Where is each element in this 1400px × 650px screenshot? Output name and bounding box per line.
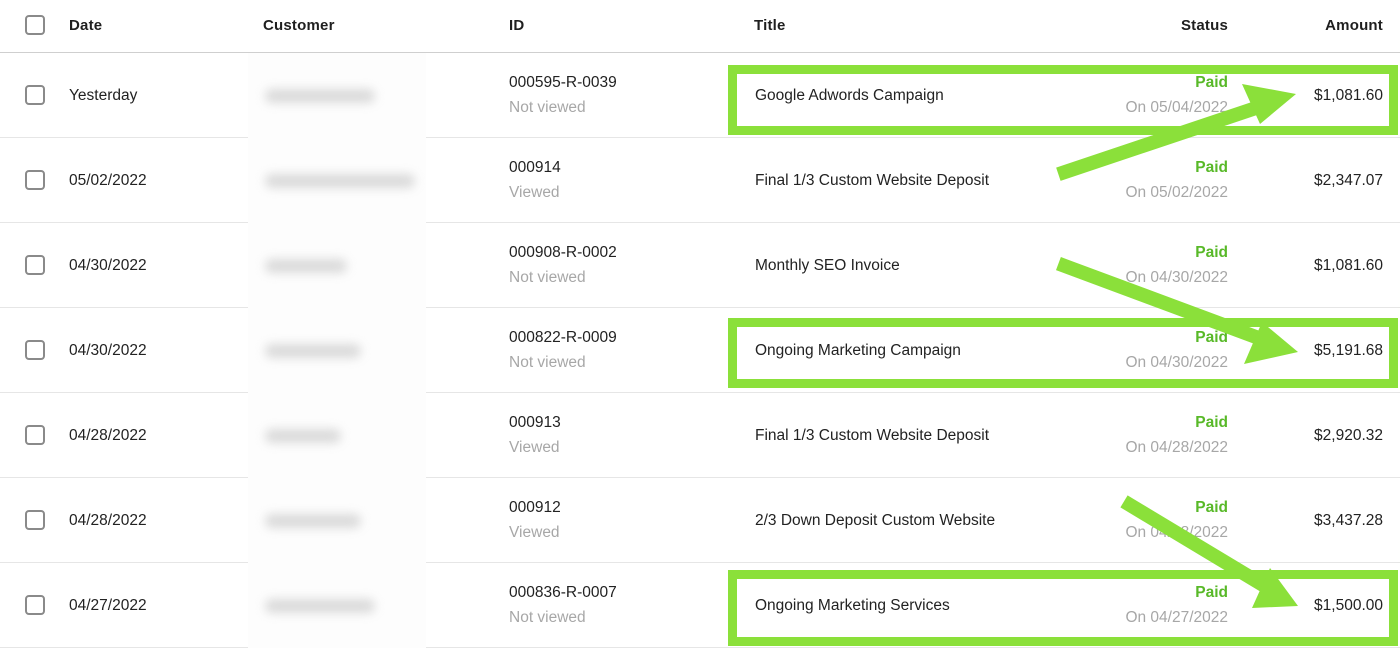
status-date: On 04/30/2022 [1125, 354, 1228, 371]
column-header-amount[interactable]: Amount [1250, 17, 1383, 34]
row-title[interactable]: Ongoing Marketing Services [755, 597, 950, 615]
row-id[interactable]: 000595-R-0039 [509, 74, 617, 92]
row-title[interactable]: Ongoing Marketing Campaign [755, 342, 961, 360]
row-id[interactable]: 000822-R-0009 [509, 329, 617, 347]
row-date: 04/30/2022 [69, 342, 147, 359]
customer-name-blurred [265, 514, 361, 528]
status-badge: Paid [1195, 499, 1228, 516]
row-date: 04/28/2022 [69, 512, 147, 529]
row-date: 04/27/2022 [69, 597, 147, 614]
status-date: On 05/02/2022 [1125, 184, 1228, 201]
table-row[interactable]: 04/28/2022 000912 Viewed 2/3 Down Deposit C… [0, 478, 1400, 563]
row-id[interactable]: 000908-R-0002 [509, 244, 617, 262]
row-title[interactable]: Google Adwords Campaign [755, 87, 944, 105]
customer-name-blurred [265, 429, 341, 443]
table-row[interactable]: 04/28/2022 000913 Viewed Final 1/3 Custom W… [0, 393, 1400, 478]
row-checkbox[interactable] [25, 85, 45, 105]
status-date: On 05/04/2022 [1125, 99, 1228, 116]
row-viewed-status: Not viewed [509, 99, 586, 116]
row-date: 04/30/2022 [69, 257, 147, 274]
row-checkbox[interactable] [25, 340, 45, 360]
row-title[interactable]: 2/3 Down Deposit Custom Website [755, 512, 995, 530]
row-amount: $1,500.00 [1314, 597, 1383, 614]
row-viewed-status: Viewed [509, 439, 560, 456]
row-checkbox[interactable] [25, 595, 45, 615]
status-date: On 04/27/2022 [1125, 609, 1228, 626]
row-amount: $1,081.60 [1314, 87, 1383, 104]
status-date: On 04/28/2022 [1125, 439, 1228, 456]
row-viewed-status: Not viewed [509, 269, 586, 286]
row-viewed-status: Viewed [509, 524, 560, 541]
row-id[interactable]: 000914 [509, 159, 561, 177]
row-date: 05/02/2022 [69, 172, 147, 189]
row-amount: $1,081.60 [1314, 257, 1383, 274]
row-title[interactable]: Final 1/3 Custom Website Deposit [755, 427, 989, 445]
column-header-status[interactable]: Status [1100, 17, 1228, 34]
column-header-date[interactable]: Date [69, 17, 102, 34]
status-date: On 04/28/2022 [1125, 524, 1228, 541]
row-date: 04/28/2022 [69, 427, 147, 444]
status-date: On 04/30/2022 [1125, 269, 1228, 286]
row-amount: $5,191.68 [1314, 342, 1383, 359]
row-checkbox[interactable] [25, 425, 45, 445]
row-viewed-status: Viewed [509, 184, 560, 201]
status-badge: Paid [1195, 584, 1228, 601]
table-row[interactable]: Yesterday 000595-R-0039 Not viewed Google A… [0, 53, 1400, 138]
table-row[interactable]: 04/30/2022 000822-R-0009 Not viewed Ongoing… [0, 308, 1400, 393]
row-id[interactable]: 000836-R-0007 [509, 584, 617, 602]
row-date: Yesterday [69, 87, 138, 104]
row-viewed-status: Not viewed [509, 354, 586, 371]
table-row[interactable]: 04/27/2022 000836-R-0007 Not viewed Ongoing… [0, 563, 1400, 648]
column-header-id[interactable]: ID [509, 17, 524, 34]
customer-name-blurred [265, 174, 415, 188]
column-header-customer[interactable]: Customer [263, 17, 335, 34]
table-row[interactable]: 05/02/2022 000914 Viewed Final 1/3 Custom W… [0, 138, 1400, 223]
column-header-title[interactable]: Title [754, 17, 786, 34]
customer-name-blurred [265, 259, 347, 273]
row-id[interactable]: 000912 [509, 499, 561, 517]
customer-name-blurred [265, 344, 361, 358]
row-amount: $3,437.28 [1314, 512, 1383, 529]
status-badge: Paid [1195, 244, 1228, 261]
row-title[interactable]: Monthly SEO Invoice [755, 257, 900, 275]
table-row[interactable]: 04/30/2022 000908-R-0002 Not viewed Monthly… [0, 223, 1400, 308]
row-checkbox[interactable] [25, 510, 45, 530]
status-badge: Paid [1195, 74, 1228, 91]
row-amount: $2,920.32 [1314, 427, 1383, 444]
row-id[interactable]: 000913 [509, 414, 561, 432]
select-all-checkbox[interactable] [25, 15, 45, 35]
status-badge: Paid [1195, 414, 1228, 431]
status-badge: Paid [1195, 329, 1228, 346]
row-amount: $2,347.07 [1314, 172, 1383, 189]
table-header: Date Customer ID Title Status Amount [0, 0, 1400, 53]
row-title[interactable]: Final 1/3 Custom Website Deposit [755, 172, 989, 190]
row-checkbox[interactable] [25, 255, 45, 275]
customer-name-blurred [265, 599, 375, 613]
status-badge: Paid [1195, 159, 1228, 176]
row-checkbox[interactable] [25, 170, 45, 190]
row-viewed-status: Not viewed [509, 609, 586, 626]
customer-name-blurred [265, 89, 375, 103]
